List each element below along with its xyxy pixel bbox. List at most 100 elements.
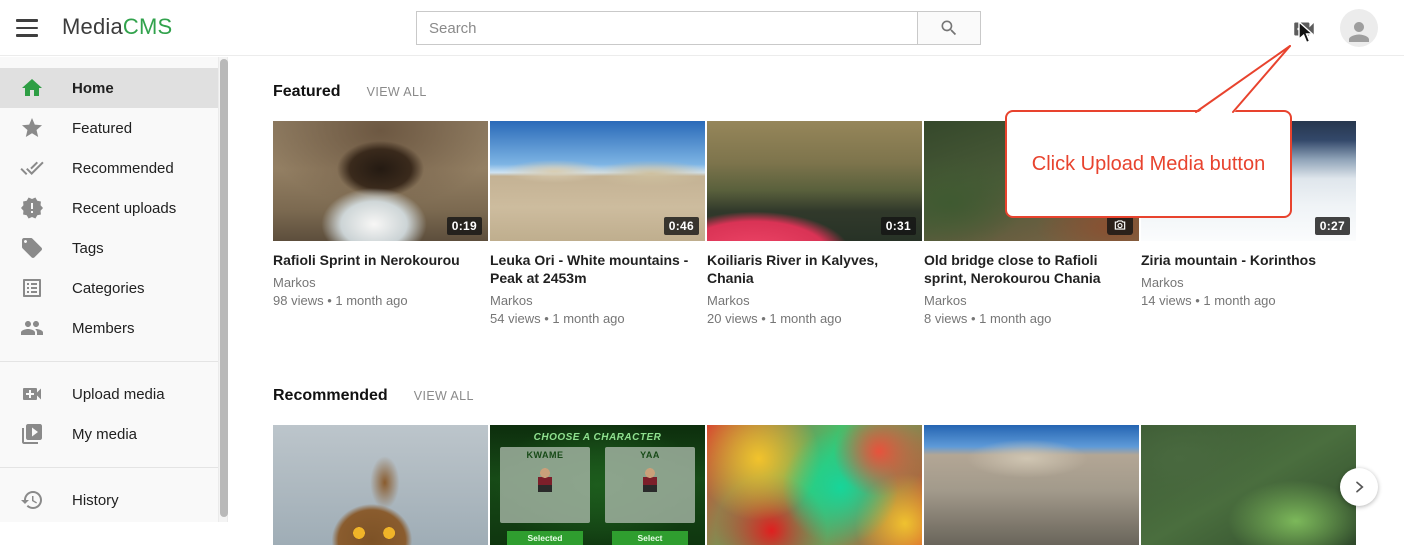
sidebar-item-home[interactable]: Home [0, 68, 218, 108]
media-card: 0:46 Leuka Ori - White mountains - Peak … [490, 121, 705, 326]
media-meta: 20 views • 1 month ago [707, 311, 922, 326]
media-card [273, 425, 488, 545]
media-title[interactable]: Ziria mountain - Korinthos [1141, 251, 1356, 269]
media-author: Markos [1141, 275, 1356, 290]
history-icon [20, 488, 44, 512]
double-check-icon [20, 156, 44, 180]
sidebar-scrollbar [218, 57, 228, 522]
new-releases-icon [20, 196, 44, 220]
sidebar-item-label: Tags [72, 240, 104, 257]
featured-section-header: Featured VIEW ALL [273, 83, 1404, 101]
media-card [1141, 425, 1356, 545]
media-title[interactable]: Leuka Ori - White mountains - Peak at 24… [490, 251, 705, 287]
media-meta: 14 views • 1 month ago [1141, 293, 1356, 308]
duration-badge: 0:27 [1315, 217, 1350, 235]
sidebar-item-label: Members [72, 320, 135, 337]
featured-view-all-link[interactable]: VIEW ALL [367, 85, 427, 99]
game-character-panel: KWAME [500, 447, 590, 523]
search-input[interactable] [416, 11, 917, 45]
sidebar-item-recommended[interactable]: Recommended [0, 148, 218, 188]
sidebar-item-featured[interactable]: Featured [0, 108, 218, 148]
chevron-right-icon [1351, 479, 1367, 495]
video-library-icon [20, 422, 44, 446]
video-thumbnail[interactable]: CHOOSE A CHARACTER KWAME YAA Selected Se… [490, 425, 705, 545]
media-card [707, 425, 922, 545]
home-icon [20, 76, 44, 100]
sidebar-item-label: Featured [72, 120, 132, 137]
tutorial-callout: Click Upload Media button [1005, 110, 1292, 218]
magnifier-icon [939, 18, 959, 38]
app-logo[interactable]: MediaCMS [62, 14, 172, 40]
media-title[interactable]: Koiliaris River in Kalyves, Chania [707, 251, 922, 287]
media-card: CHOOSE A CHARACTER KWAME YAA Selected Se… [490, 425, 705, 545]
sidebar-divider [0, 467, 218, 468]
sidebar-item-categories[interactable]: Categories [0, 268, 218, 308]
duration-badge: 0:46 [664, 217, 699, 235]
media-meta: 8 views • 1 month ago [924, 311, 1139, 326]
duration-badge: 0:31 [881, 217, 916, 235]
duration-badge: 0:19 [447, 217, 482, 235]
members-icon [20, 316, 44, 340]
top-bar: MediaCMS [0, 0, 1404, 56]
person-icon [1344, 17, 1374, 47]
video-thumbnail[interactable] [273, 425, 488, 545]
sidebar-item-tags[interactable]: Tags [0, 228, 218, 268]
tag-icon [20, 236, 44, 260]
sidebar-scrollbar-thumb[interactable] [220, 59, 228, 517]
logo-part2: CMS [123, 14, 173, 39]
sidebar-item-history[interactable]: History [0, 480, 218, 520]
upload-media-icon[interactable] [1291, 16, 1317, 42]
user-avatar[interactable] [1340, 9, 1378, 47]
sidebar-item-label: Upload media [72, 386, 165, 403]
sidebar-divider [0, 361, 218, 362]
section-title: Featured [273, 83, 341, 101]
media-author: Markos [273, 275, 488, 290]
media-meta: 54 views • 1 month ago [490, 311, 705, 326]
game-button-selected: Selected [507, 531, 583, 545]
categories-icon [20, 276, 44, 300]
sidebar-item-members[interactable]: Members [0, 308, 218, 348]
callout-text: Click Upload Media button [1032, 153, 1265, 176]
recommended-cards-row: CHOOSE A CHARACTER KWAME YAA Selected Se… [273, 425, 1404, 545]
media-author: Markos [707, 293, 922, 308]
sidebar: Home Featured Recommended Recent uploads… [0, 57, 218, 522]
recommended-view-all-link[interactable]: VIEW ALL [414, 389, 474, 403]
media-title[interactable]: Rafioli Sprint in Nerokourou [273, 251, 488, 269]
search-button[interactable] [917, 11, 981, 45]
sidebar-item-label: Home [72, 80, 114, 97]
media-card [924, 425, 1139, 545]
media-meta: 98 views • 1 month ago [273, 293, 488, 308]
video-thumbnail[interactable]: 0:19 [273, 121, 488, 241]
game-character-sprite [643, 468, 657, 492]
media-card: 0:31 Koiliaris River in Kalyves, Chania … [707, 121, 922, 326]
game-heading-text: CHOOSE A CHARACTER [490, 432, 705, 443]
game-character-sprite [538, 468, 552, 492]
star-icon [20, 116, 44, 140]
video-thumbnail[interactable]: 0:31 [707, 121, 922, 241]
game-button-select: Select [612, 531, 688, 545]
sidebar-item-label: Categories [72, 280, 145, 297]
search-bar [416, 11, 981, 45]
scroll-next-button[interactable] [1340, 468, 1378, 506]
game-character-panel: YAA [605, 447, 695, 523]
video-thumbnail[interactable] [707, 425, 922, 545]
menu-icon[interactable] [16, 17, 40, 39]
video-thumbnail[interactable] [1141, 425, 1356, 545]
recommended-section-header: Recommended VIEW ALL [273, 387, 1404, 405]
game-character-name: YAA [605, 450, 695, 460]
media-title[interactable]: Old bridge close to Rafioli sprint, Nero… [924, 251, 1139, 287]
sidebar-item-recent-uploads[interactable]: Recent uploads [0, 188, 218, 228]
logo-part1: Media [62, 14, 123, 39]
upload-media-icon [20, 382, 44, 406]
video-thumbnail[interactable]: 0:46 [490, 121, 705, 241]
video-thumbnail[interactable] [924, 425, 1139, 545]
sidebar-item-label: My media [72, 426, 137, 443]
sidebar-item-label: Recommended [72, 160, 174, 177]
media-author: Markos [924, 293, 1139, 308]
sidebar-item-my-media[interactable]: My media [0, 414, 218, 454]
sidebar-item-label: History [72, 492, 119, 509]
game-character-name: KWAME [500, 450, 590, 460]
sidebar-item-upload-media[interactable]: Upload media [0, 374, 218, 414]
camera-icon [1107, 215, 1133, 235]
media-author: Markos [490, 293, 705, 308]
